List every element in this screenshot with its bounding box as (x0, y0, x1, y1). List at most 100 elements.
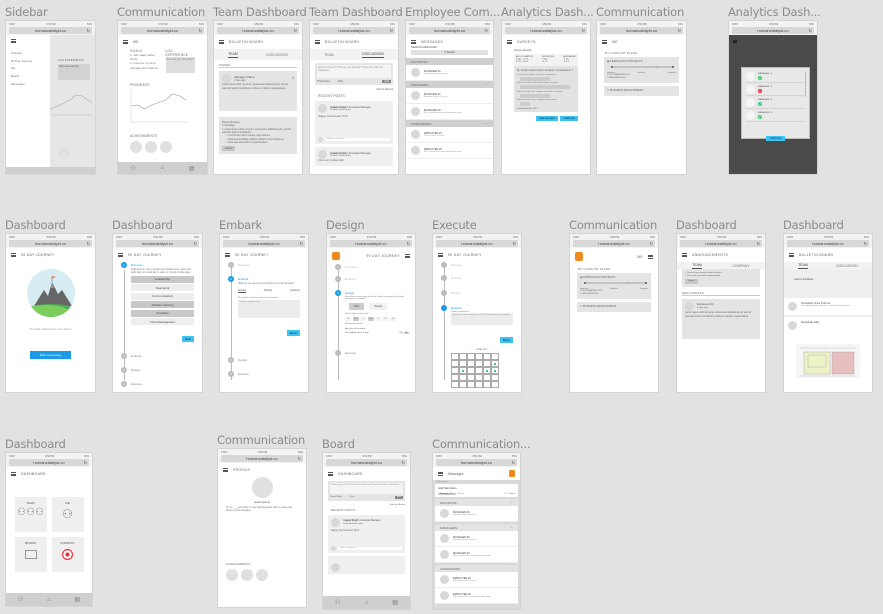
collapse-icon[interactable]: ⌃ (485, 122, 488, 126)
person-icon[interactable]: ⚇ (130, 165, 135, 172)
tile-company[interactable]: COMPANY (51, 537, 84, 572)
menu-icon[interactable] (315, 40, 320, 44)
message-item[interactable]: MANAGER #1 Imperdiet diam at lectus (435, 506, 518, 522)
section-header[interactable]: FAVORITES (406, 58, 493, 65)
calendar-day[interactable] (451, 353, 459, 360)
menu-icon[interactable] (328, 472, 333, 476)
step-embark[interactable]: Embark (441, 275, 521, 281)
reload-icon[interactable]: ↻ (84, 459, 87, 466)
tab-discussion[interactable]: DISCUSSION (266, 53, 288, 57)
step-discover[interactable]: Discover (441, 262, 521, 268)
calendar-day[interactable] (467, 367, 475, 374)
message-item[interactable]: MANAGER #2 Nec consectetur vitae elementu… (406, 104, 493, 120)
skill-option[interactable]: Teamwork (131, 284, 194, 291)
profile-avatar[interactable] (251, 477, 273, 498)
member-chip[interactable]: Manager #1 × (438, 492, 456, 495)
search-input[interactable]: ⚲ Search (411, 50, 488, 55)
url-bar[interactable]: humancatalyst.co ↻ (310, 27, 398, 35)
menu-icon[interactable] (223, 468, 228, 472)
search-icon[interactable]: ⚲ (505, 492, 507, 495)
reload-icon[interactable]: ↻ (678, 27, 681, 34)
reload-icon[interactable]: ↻ (87, 240, 90, 247)
calendar-day[interactable] (491, 381, 499, 388)
day-toggle[interactable]: F (382, 317, 389, 321)
log-input[interactable]: How was your day today? (165, 57, 195, 73)
menu-icon[interactable] (682, 253, 687, 257)
tile-me[interactable]: ME ⚇ (51, 497, 84, 532)
done-button[interactable]: Done (499, 337, 513, 343)
calendar-day[interactable] (459, 374, 467, 381)
message-item[interactable]: EMPLOYEE #1 Viverra diam at lectus (406, 127, 493, 143)
message-item[interactable]: MANAGER #1 Imperdiet diam at lectus (435, 531, 518, 547)
calendar-day[interactable] (483, 367, 491, 374)
calendar-day[interactable] (475, 374, 483, 381)
url-bar[interactable]: humancatalyst.co ↻ (218, 455, 306, 463)
person-icon[interactable]: ⚇ (335, 599, 340, 606)
calendar-day[interactable] (459, 381, 467, 388)
calendar-day[interactable] (491, 374, 499, 381)
step-execute[interactable]: Execute (335, 350, 415, 356)
section-header[interactable]: COWORKERS ⌃ (406, 120, 493, 127)
calendar-day[interactable] (483, 353, 491, 360)
calendar-day[interactable] (475, 367, 483, 374)
survey-option[interactable]: ○ Duis aute irure dolor in reprehenderit (222, 141, 294, 144)
reload-icon[interactable]: ↻ (864, 240, 867, 247)
menu-icon[interactable] (123, 40, 128, 44)
message-item[interactable]: EMPLOYEE #2 Nec consectetur vitae element… (435, 588, 518, 604)
reload-icon[interactable]: ↻ (650, 240, 653, 247)
menu-icon[interactable] (507, 40, 512, 44)
calendar-day[interactable] (467, 374, 475, 381)
url-bar[interactable]: humancatalyst.co ↻ (433, 459, 520, 467)
prev-month-icon[interactable]: ‹ (470, 349, 471, 351)
reload-icon[interactable]: ↻ (485, 27, 488, 34)
menu-icon[interactable] (411, 40, 416, 44)
skill-option[interactable]: Leadership (131, 275, 194, 283)
menu-icon[interactable] (11, 39, 16, 43)
toggle-on[interactable]: On (404, 332, 409, 334)
tab-discussion[interactable]: DISCUSSION (836, 264, 858, 268)
url-bar[interactable]: humancatalyst.co ↻ (406, 27, 493, 35)
next-button[interactable]: Next (181, 335, 194, 342)
post-button[interactable]: post (382, 80, 391, 84)
reload-icon[interactable]: ↻ (194, 240, 197, 247)
tab-discussion[interactable]: DISCUSSION (362, 52, 384, 58)
survey-option[interactable]: ○ Duis aute irure dolor reprehenderit (685, 275, 757, 278)
calendar-day[interactable] (491, 353, 499, 360)
url-bar[interactable]: humancatalyst.co ↻ (6, 240, 95, 248)
sidebar-item-me[interactable]: Me (11, 66, 45, 70)
reload-icon[interactable]: ↻ (407, 240, 410, 247)
calendar-day[interactable] (451, 374, 459, 381)
section-header[interactable]: MANAGERS ⌃ (406, 81, 493, 88)
comment-input[interactable]: Write a comment... (338, 547, 402, 551)
sort-dropdown[interactable]: Sort by: Recent (323, 504, 405, 506)
step-discover[interactable]: ✓ Discover (228, 262, 308, 268)
collapse-icon[interactable]: ⌃ (485, 83, 488, 87)
calendar-day[interactable] (467, 360, 475, 367)
photo-button[interactable]: Photo/Video (330, 496, 342, 499)
files-button[interactable]: Files (350, 496, 355, 499)
menu-icon[interactable] (789, 253, 794, 257)
calendar-day[interactable] (451, 381, 459, 388)
calendar-day[interactable] (475, 360, 483, 367)
step-embark[interactable]: ✓ Embark (335, 276, 415, 282)
reload-icon[interactable]: ↻ (809, 27, 812, 34)
add-more-button[interactable]: + Add more (766, 136, 785, 141)
skill-option[interactable]: Creativity (131, 309, 194, 317)
person-icon[interactable]: ⚇ (18, 596, 23, 603)
compose-input[interactable]: What's going on? What are you thinking? … (330, 483, 403, 494)
home-icon[interactable]: ⌂ (365, 600, 369, 606)
reload-icon[interactable]: ↻ (87, 27, 90, 34)
url-bar[interactable]: humancatalyst.co ↻ (570, 240, 658, 248)
scrollbar[interactable] (804, 71, 806, 97)
calendar-day[interactable] (459, 353, 467, 360)
tab-quarterly[interactable]: Quarterly (290, 289, 300, 293)
step-execute[interactable]: 4 Execute (121, 380, 202, 387)
collapse-icon[interactable]: ⌃ (510, 526, 513, 530)
reload-icon[interactable]: ↻ (300, 240, 303, 247)
step-embark[interactable]: 2 Embark (121, 352, 202, 359)
chat-icon[interactable]: ▤ (74, 596, 80, 603)
chat-icon[interactable]: ▤ (189, 165, 195, 172)
tile-board[interactable]: BOARD (14, 537, 47, 572)
submit-button[interactable]: Submit (222, 145, 236, 151)
tab-team[interactable]: TEAM (798, 263, 808, 269)
